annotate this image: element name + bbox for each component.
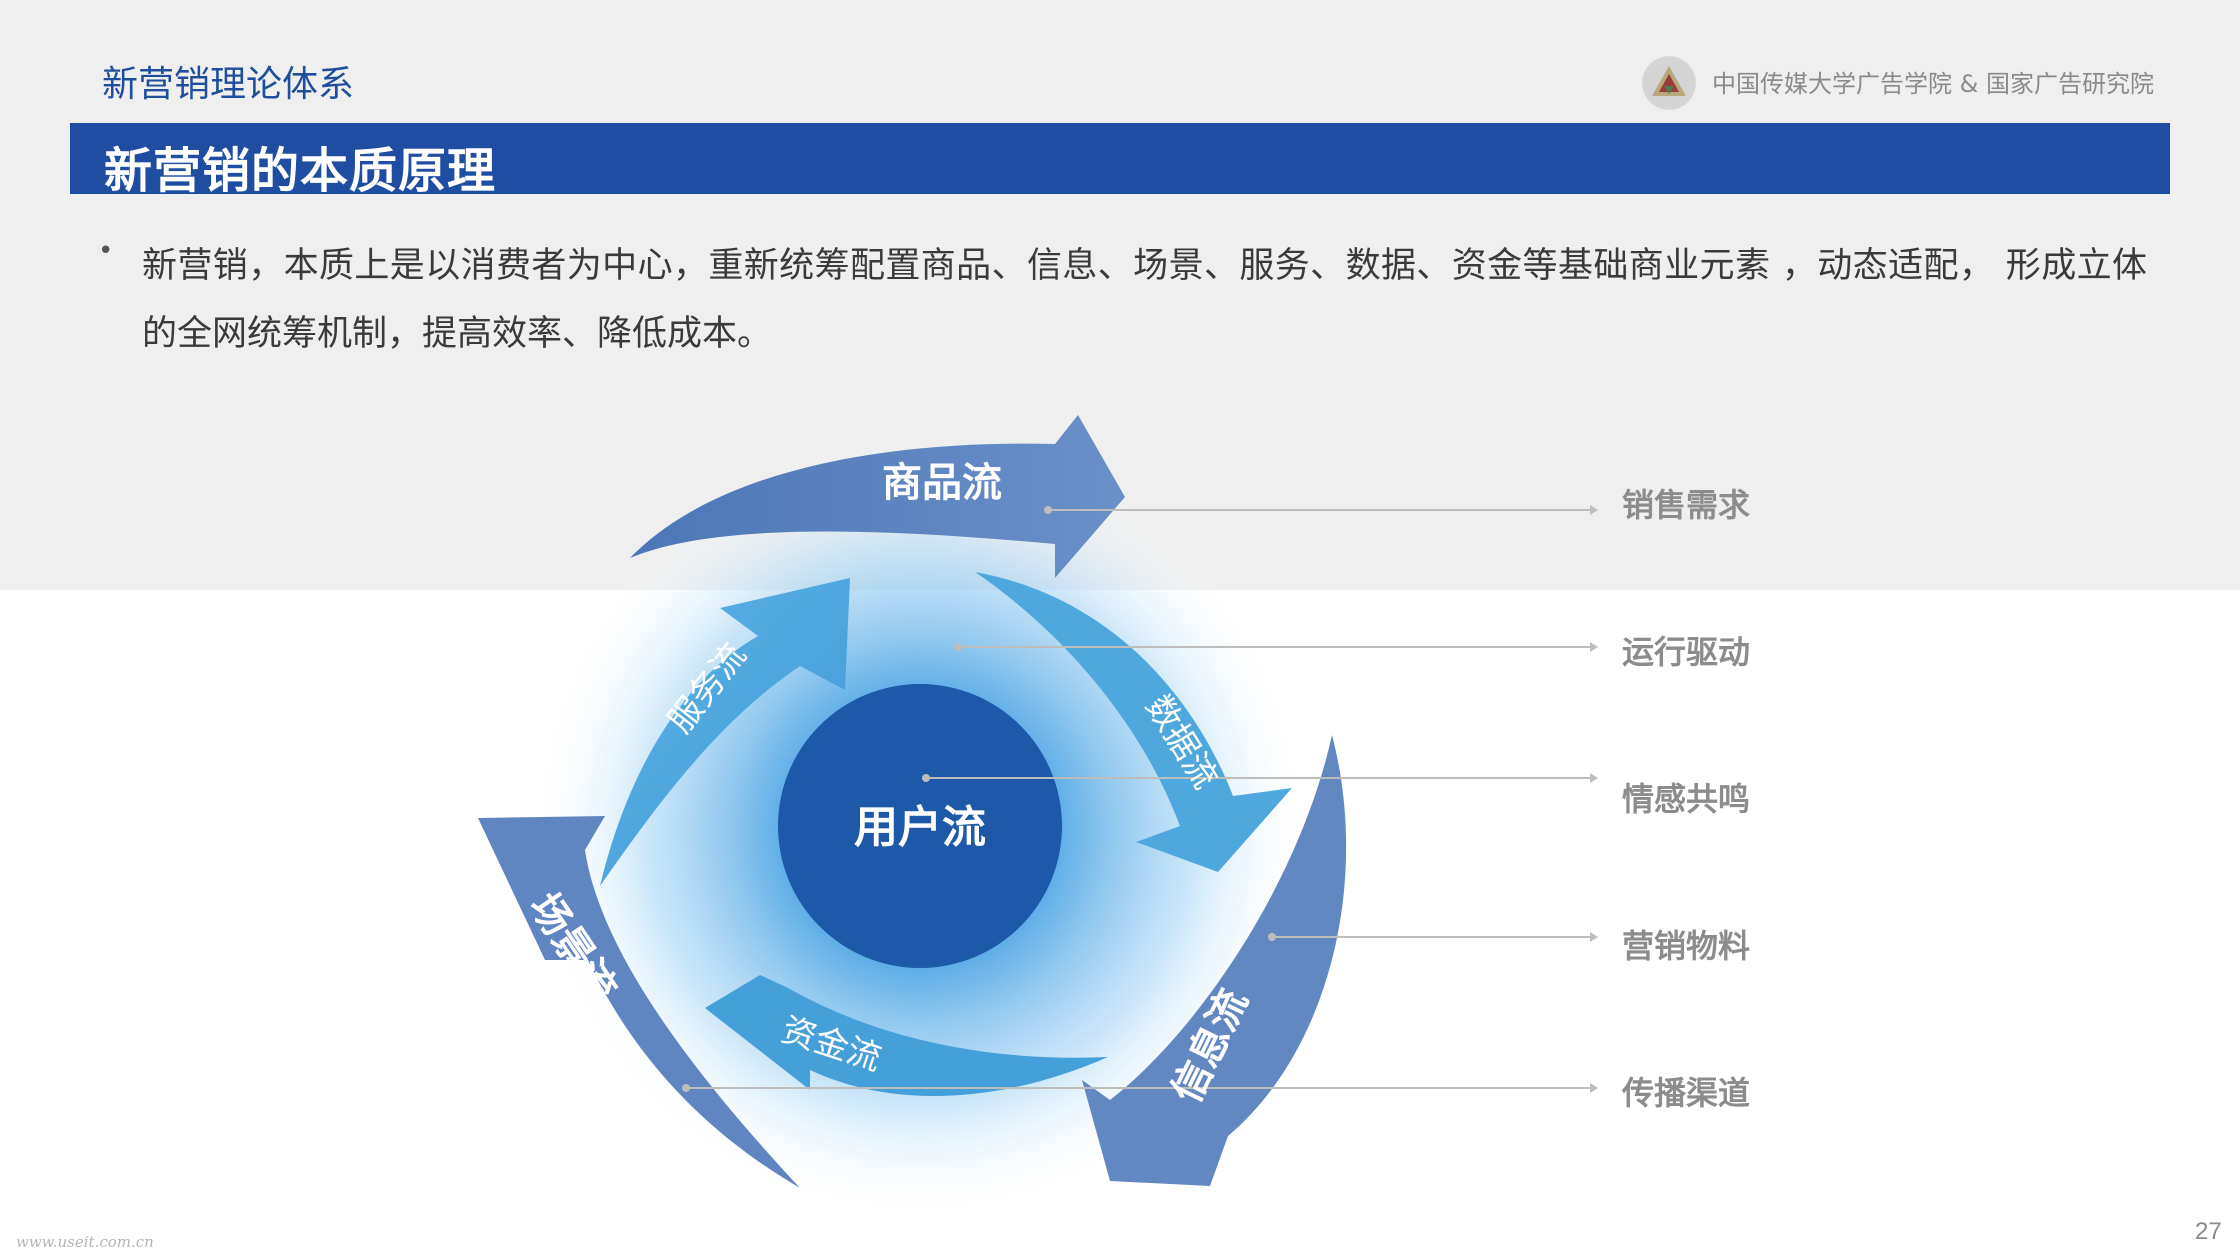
leader-tip-drive	[1590, 642, 1598, 652]
leader-dot-emotion	[922, 774, 930, 782]
footer-url: www.useit.com.cn	[16, 1233, 154, 1251]
leader-tip-channel	[1590, 1083, 1598, 1093]
callout-drive: 运行驱动	[1622, 633, 1750, 671]
leader-tip-emotion	[1590, 773, 1598, 783]
leader-dot-drive	[954, 643, 962, 651]
callout-sales: 销售需求	[1622, 486, 1750, 524]
page-number: 27	[2195, 1218, 2222, 1245]
callout-emotion: 情感共鸣	[1622, 780, 1750, 818]
marketing-flow-diagram: 用户流 商品流 信息流 场景流 服务流 数据流 资金流 销售需求 运行驱动 情感…	[478, 415, 1750, 1220]
leader-dot-sales	[1044, 506, 1052, 514]
leader-dot-channel	[682, 1084, 690, 1092]
leader-dot-material	[1268, 933, 1276, 941]
outer-label-goods: 商品流	[882, 460, 1002, 506]
callout-material: 营销物料	[1622, 927, 1750, 965]
leader-tip-material	[1590, 932, 1598, 942]
callout-channel: 传播渠道	[1621, 1074, 1750, 1112]
leader-tip-sales	[1590, 505, 1598, 515]
center-label: 用户流	[854, 802, 986, 853]
